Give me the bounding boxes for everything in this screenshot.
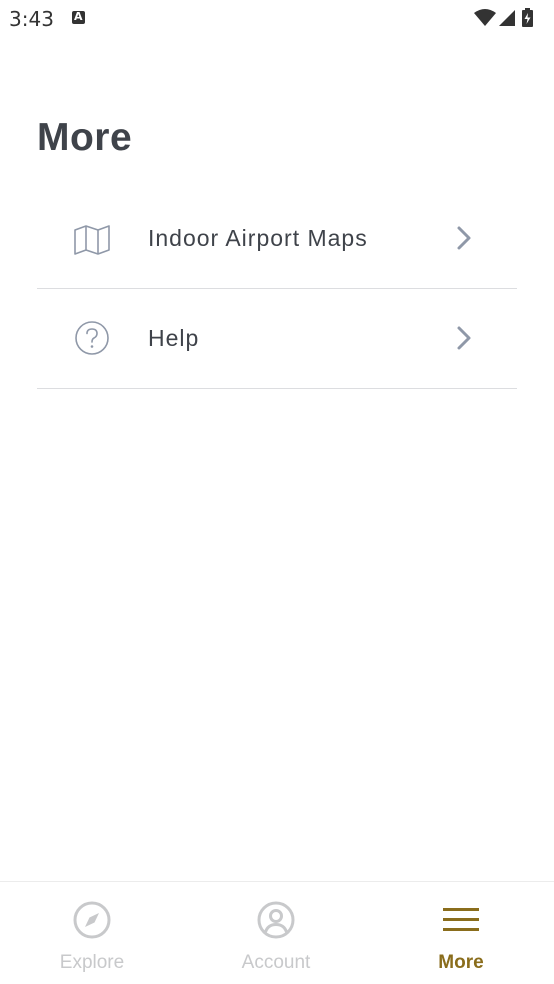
status-bar: 3:43 <box>0 0 554 36</box>
page-title: More <box>37 116 133 159</box>
cell-signal-icon <box>499 10 515 26</box>
user-circle-icon <box>256 900 296 940</box>
nav-tab-label: Account <box>241 952 311 973</box>
nav-tab-more[interactable]: More <box>369 882 553 984</box>
notification-a-icon <box>72 10 85 24</box>
menu-item-help[interactable]: Help <box>37 289 517 389</box>
status-time: 3:43 <box>9 7 54 31</box>
menu-list: Indoor Airport Maps Help <box>37 189 517 389</box>
more-screen: 3:43 More <box>0 0 554 984</box>
nav-tab-explore[interactable]: Explore <box>0 882 184 984</box>
menu-item-indoor-airport-maps[interactable]: Indoor Airport Maps <box>37 189 517 289</box>
menu-item-label: Help <box>148 325 200 351</box>
chevron-right-icon <box>455 225 473 251</box>
help-circle-icon <box>73 321 111 359</box>
chevron-right-icon <box>455 325 473 351</box>
nav-tab-account[interactable]: Account <box>184 882 368 984</box>
battery-charging-icon <box>522 8 533 27</box>
menu-icon <box>441 900 481 940</box>
nav-tab-label: Explore <box>59 952 125 973</box>
wifi-icon <box>474 9 496 26</box>
compass-icon <box>72 900 112 940</box>
menu-item-label: Indoor Airport Maps <box>148 225 368 251</box>
nav-tab-label: More <box>438 952 484 973</box>
status-icons <box>472 7 544 29</box>
map-icon <box>73 221 111 259</box>
bottom-nav: Explore Account More <box>0 881 554 984</box>
